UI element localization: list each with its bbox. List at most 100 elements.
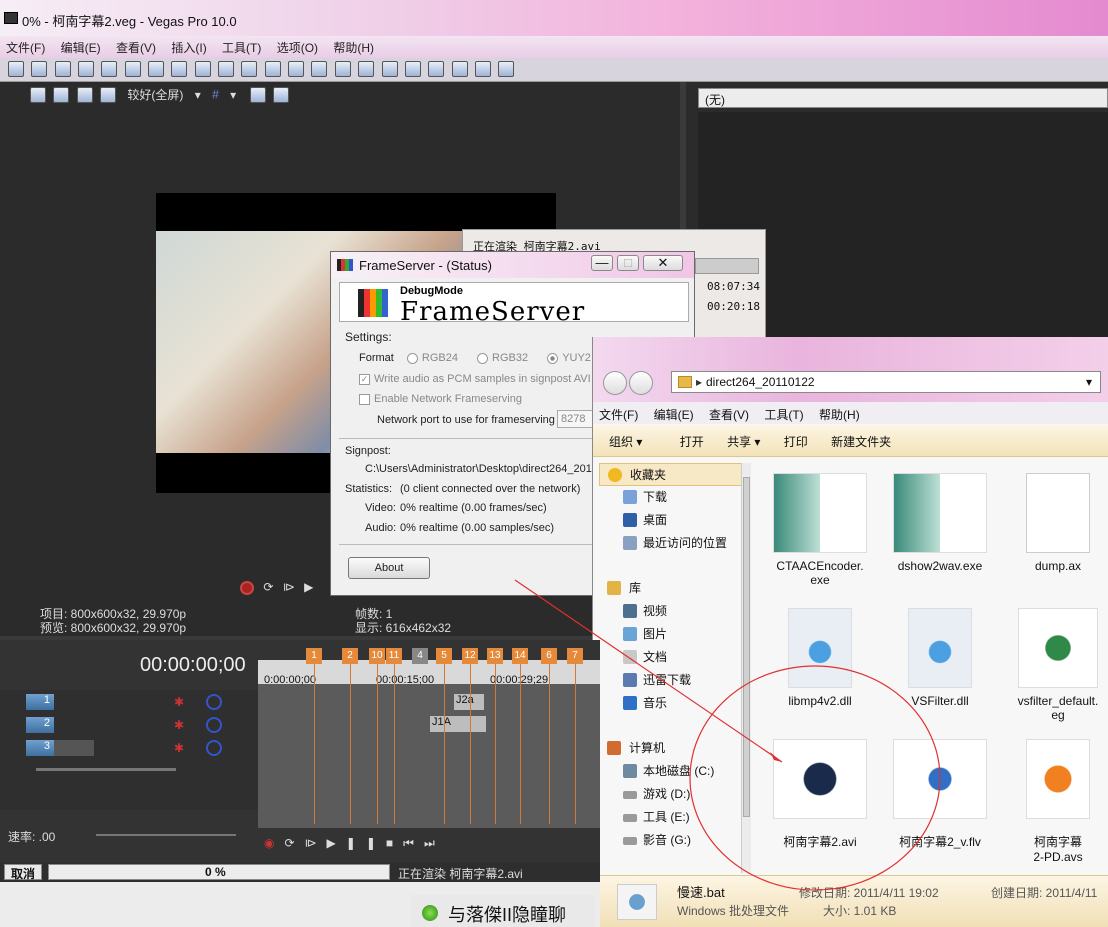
back-icon[interactable]: [603, 371, 627, 395]
minimize-button[interactable]: —: [591, 255, 613, 271]
file-item[interactable]: vsfilter_default. eg: [1003, 608, 1108, 722]
split-screen-icon[interactable]: [100, 86, 117, 103]
share-button[interactable]: 共享 ▾: [717, 425, 770, 458]
timeline-marker[interactable]: 7: [567, 648, 583, 664]
fx-icon[interactable]: ✱: [174, 718, 184, 732]
address-bar[interactable]: ▸ direct264_20110122 ▾: [671, 371, 1101, 393]
nav-documents[interactable]: 文档: [599, 646, 749, 669]
audio-pcm-checkbox[interactable]: ✓: [359, 373, 370, 385]
nav-scrollbar[interactable]: [741, 463, 751, 873]
explorer-menu-file[interactable]: 文件(F): [593, 402, 644, 427]
paste-icon[interactable]: [194, 61, 211, 77]
lock-icon[interactable]: [404, 61, 421, 77]
cut-icon[interactable]: [148, 61, 165, 77]
loop-icon[interactable]: ⟳: [263, 580, 273, 594]
nav-thunder-downloads[interactable]: 迅雷下载: [599, 669, 749, 692]
nav-drive-c[interactable]: 本地磁盘 (C:): [599, 760, 749, 783]
edit-tool-icon[interactable]: [264, 61, 281, 77]
timeline-marker[interactable]: 1: [306, 648, 322, 664]
ripple-icon[interactable]: [381, 61, 398, 77]
chevron-down-icon[interactable]: ▾: [1086, 375, 1092, 389]
track-header[interactable]: 1 ✱: [6, 692, 256, 712]
about-button[interactable]: About: [348, 557, 430, 579]
new-folder-button[interactable]: 新建文件夹: [821, 425, 901, 458]
snap-icon[interactable]: [358, 61, 375, 77]
track-header[interactable]: 2 ✱: [6, 715, 256, 735]
brush-icon[interactable]: [474, 61, 491, 77]
mute-icon[interactable]: [206, 694, 222, 710]
nav-drive-e[interactable]: 工具 (E:): [599, 806, 749, 829]
previous-frame-icon[interactable]: ⏮: [403, 836, 424, 850]
nav-favorites[interactable]: 收藏夹: [599, 463, 749, 486]
menu-tools[interactable]: 工具(T): [216, 36, 267, 59]
timeline-marker[interactable]: 12: [462, 648, 478, 664]
fx-icon[interactable]: ✱: [174, 695, 184, 709]
chevron-down-icon[interactable]: ▾: [230, 88, 236, 102]
save-icon[interactable]: [54, 61, 71, 77]
timeline-marker[interactable]: 13: [487, 648, 503, 664]
close-button[interactable]: ✕: [643, 255, 683, 271]
explorer-menu-help[interactable]: 帮助(H): [813, 402, 866, 427]
rate-slider[interactable]: [96, 834, 236, 836]
timeline-clip[interactable]: J2a: [454, 694, 484, 710]
organize-button[interactable]: 组织 ▾: [599, 425, 652, 458]
copy-icon[interactable]: [171, 61, 188, 77]
zoom-tool-icon[interactable]: [334, 61, 351, 77]
play-icon[interactable]: ▶: [327, 836, 346, 850]
trimmer-dropdown[interactable]: (无): [698, 88, 1108, 108]
nav-libraries[interactable]: 库: [599, 577, 749, 600]
properties-icon[interactable]: [124, 61, 141, 77]
cancel-button[interactable]: 取消: [4, 864, 42, 881]
menu-help[interactable]: 帮助(H): [327, 36, 380, 59]
file-item[interactable]: 柯南字幕2.avi: [765, 739, 875, 850]
record-icon[interactable]: ◉: [264, 836, 284, 850]
explorer-menu-tools[interactable]: 工具(T): [758, 402, 809, 427]
open-icon[interactable]: [31, 61, 48, 77]
scrollbar-thumb[interactable]: [743, 477, 750, 817]
print-button[interactable]: 打印: [774, 425, 818, 458]
file-item[interactable]: 柯南字幕2_v.flv: [885, 739, 995, 850]
timeline-marker[interactable]: 2: [342, 648, 358, 664]
maximize-button[interactable]: □: [617, 255, 639, 271]
save-as-icon[interactable]: [78, 61, 95, 77]
loop-icon[interactable]: ⟳: [284, 836, 304, 850]
help-pointer-icon[interactable]: [498, 61, 515, 77]
timeline-marker[interactable]: 10: [369, 648, 385, 664]
file-item[interactable]: libmp4v2.dll: [765, 608, 875, 708]
file-item[interactable]: 柯南字幕 2-PD.avs: [1003, 739, 1108, 864]
menu-edit[interactable]: 编辑(E): [55, 36, 107, 59]
rgb32-radio[interactable]: [477, 352, 489, 364]
track-header[interactable]: 3 ✱: [6, 738, 256, 758]
explorer-menu-edit[interactable]: 编辑(E): [648, 402, 700, 427]
nav-downloads[interactable]: 下载: [599, 486, 749, 509]
next-frame-icon[interactable]: ⏭: [424, 836, 445, 850]
save-snapshot-icon[interactable]: [272, 86, 289, 103]
file-item[interactable]: CTAACEncoder. exe: [765, 473, 875, 587]
timeline-marker[interactable]: 11: [386, 648, 402, 664]
rgb24-radio[interactable]: [406, 352, 418, 364]
nav-pictures[interactable]: 图片: [599, 623, 749, 646]
menu-options[interactable]: 选项(O): [271, 36, 324, 59]
menu-file[interactable]: 文件(F): [0, 36, 51, 59]
nav-desktop[interactable]: 桌面: [599, 509, 749, 532]
envelope-tool-icon[interactable]: [288, 61, 305, 77]
track-name-field[interactable]: [54, 740, 94, 756]
menu-view[interactable]: 查看(V): [110, 36, 162, 59]
file-item[interactable]: dump.ax: [1003, 473, 1108, 573]
timeline-marker[interactable]: 14: [512, 648, 528, 664]
fx-icon[interactable]: ✱: [174, 741, 184, 755]
nav-recent[interactable]: 最近访问的位置: [599, 532, 749, 555]
selection-tool-icon[interactable]: [311, 61, 328, 77]
nav-drive-g[interactable]: 影音 (G:): [599, 829, 749, 852]
port-input[interactable]: 8278: [557, 410, 593, 428]
app-icon[interactable]: [4, 12, 18, 24]
overlays-icon[interactable]: #: [212, 88, 219, 102]
mute-icon[interactable]: [206, 717, 222, 733]
timeline-clip[interactable]: J1A: [430, 716, 486, 732]
redo-icon[interactable]: [241, 61, 258, 77]
preview-properties-icon[interactable]: [30, 86, 46, 103]
ignore-grouping-icon[interactable]: [451, 61, 468, 77]
mute-icon[interactable]: [206, 740, 222, 756]
explorer-menu-view[interactable]: 查看(V): [703, 402, 755, 427]
menu-insert[interactable]: 插入(I): [165, 36, 212, 59]
